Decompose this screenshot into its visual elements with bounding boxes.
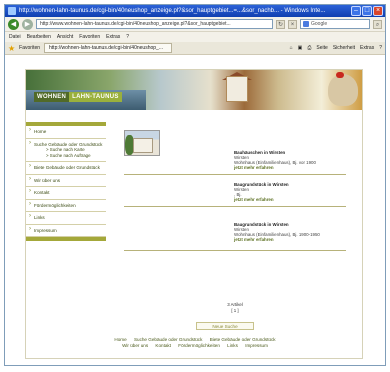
menu-bar: Datei Bearbeiten Ansicht Favoriten Extra… [5, 32, 385, 42]
logo-lahn-taunus: LAHN-TAUNUS [69, 92, 122, 102]
nav-kontakt[interactable]: Kontakt [26, 187, 106, 200]
address-toolbar: ◀ ▶ http://www.wohnen-lahn-taunus.de/cgi… [5, 17, 385, 32]
hen-comb [336, 72, 344, 78]
listing-more-link[interactable]: jetzt mehr erfahren [234, 165, 316, 170]
footer-impressum[interactable]: Impressum [245, 343, 268, 348]
menu-favoriten[interactable]: Favoriten [79, 32, 100, 42]
toolbar-security[interactable]: Sicherheit [333, 45, 355, 51]
sidebar-nav: Home Suche Gebäude oder Grundstück > Suc… [26, 122, 106, 241]
listing-separator [124, 250, 346, 251]
site-container: WOHNEN LAHN-TAUNUS Home Suche Gebäude od… [25, 69, 363, 359]
house-image [226, 76, 248, 102]
title-bar: http://wohnen-lahn-taunus.de/cgi-bin/40n… [5, 5, 385, 17]
stop-button[interactable]: × [288, 19, 297, 29]
refresh-button[interactable]: ↻ [276, 19, 285, 29]
site-footer: Home Suche Gebäude oder Grundstück Biete… [26, 337, 364, 349]
listing-more-link[interactable]: jetzt mehr erfahren [234, 197, 289, 202]
page-viewport: WOHNEN LAHN-TAUNUS Home Suche Gebäude od… [5, 55, 385, 365]
back-button[interactable]: ◀ [8, 18, 19, 30]
maximize-button[interactable]: □ [362, 6, 372, 16]
feeds-icon[interactable]: ▣ [298, 45, 303, 51]
footer-foerder[interactable]: Fördermöglichkeiten [178, 343, 220, 348]
listing-more-link[interactable]: jetzt mehr erfahren [234, 237, 320, 242]
nav-impressum[interactable]: Impressum [26, 225, 106, 237]
star-icon[interactable]: ★ [8, 44, 15, 53]
ie-icon [8, 7, 16, 15]
nav-suche-auftrage[interactable]: > Suche nach Auftrage [34, 153, 104, 159]
toolbar-page[interactable]: Seite [316, 45, 327, 51]
favorites-label[interactable]: Favoriten [19, 45, 40, 51]
browser-window: http://wohnen-lahn-taunus.de/cgi-bin/40n… [4, 4, 386, 366]
close-button[interactable]: × [373, 6, 383, 16]
footer-links[interactable]: Links [227, 343, 238, 348]
footer-kontakt[interactable]: Kontakt [155, 343, 171, 348]
listing-thumbnail[interactable] [124, 130, 160, 156]
menu-ansicht[interactable]: Ansicht [57, 32, 73, 42]
new-search-button[interactable]: Neue Suche [196, 322, 254, 330]
menu-bearbeiten[interactable]: Bearbeiten [27, 32, 51, 42]
menu-datei[interactable]: Datei [9, 32, 21, 42]
help-icon[interactable]: ? [379, 45, 382, 51]
favorites-bar: ★ Favoriten http://wohnen-lahn-taunus.de… [5, 42, 385, 55]
menu-help[interactable]: ? [126, 32, 129, 42]
listing-item: Baugrundstück in Wirsten Wirsten Wohnhau… [234, 222, 320, 242]
forward-button[interactable]: ▶ [22, 18, 33, 30]
footer-biete[interactable]: Biete Gebäude oder Grundstück [210, 337, 276, 342]
page-link[interactable]: [ 1 ] [124, 308, 346, 314]
footer-home[interactable]: Home [114, 337, 126, 342]
footer-wir[interactable]: Wir über uns [122, 343, 148, 348]
address-bar[interactable]: http://www.wohnen-lahn-taunus.de/cgi-bin… [36, 19, 273, 29]
nav-suche[interactable]: Suche Gebäude oder Grundstück > Suche na… [26, 139, 106, 162]
listing-separator [124, 174, 346, 175]
window-title: http://wohnen-lahn-taunus.de/cgi-bin/40n… [19, 8, 326, 14]
home-icon[interactable]: ⌂ [290, 45, 293, 51]
listing-separator [124, 206, 346, 207]
search-button[interactable]: ⌕ [373, 19, 382, 29]
pagination: 3 Artikel [ 1 ] [124, 302, 346, 313]
site-logo[interactable]: WOHNEN LAHN-TAUNUS [34, 92, 122, 102]
toolbar-extras[interactable]: Extras [360, 45, 374, 51]
listing-item: Bauhäuschen in Wirsten Wirsten Wohnhaus … [234, 150, 316, 170]
nav-home[interactable]: Home [26, 126, 106, 139]
google-icon [303, 21, 309, 27]
menu-extras[interactable]: Extras [106, 32, 120, 42]
nav-links[interactable]: Links [26, 212, 106, 225]
listing-item: Baugrundstück in Wirsten Wirsten , Bj. j… [234, 182, 289, 202]
footer-suche[interactable]: Suche Gebäude oder Grundstück [134, 337, 202, 342]
site-header-banner: WOHNEN LAHN-TAUNUS [26, 70, 362, 110]
logo-wohnen: WOHNEN [34, 92, 70, 102]
nav-foerder[interactable]: Fördermöglichkeiten [26, 200, 106, 212]
building-image [133, 138, 153, 153]
browser-tab[interactable]: http://wohnen-lahn-taunus.de/cgi-bin/40n… [44, 43, 173, 53]
nav-biete[interactable]: Biete Gebäude oder Grundstück [26, 162, 106, 175]
search-placeholder: Google [311, 21, 328, 27]
minimize-button[interactable]: – [351, 6, 361, 16]
nav-wir-ueber-uns[interactable]: Wir über uns [26, 175, 106, 187]
print-icon[interactable]: ⎙ [307, 45, 311, 51]
hen-image [328, 74, 358, 106]
sidebar-bottom-bar [26, 237, 106, 241]
search-input[interactable]: Google [300, 19, 370, 29]
